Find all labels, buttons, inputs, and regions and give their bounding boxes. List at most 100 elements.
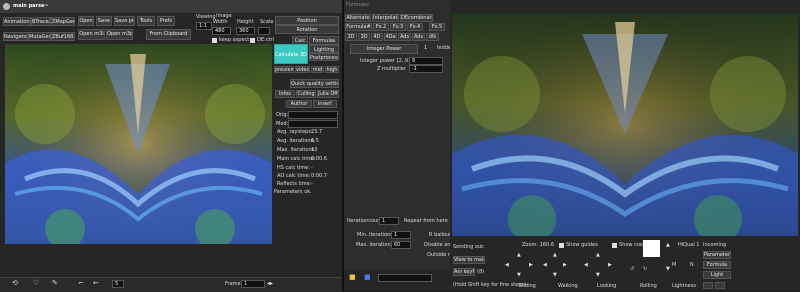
walk-down-icon[interactable]: ▼ [553, 272, 557, 279]
look-left-icon[interactable]: ◀ [584, 262, 588, 269]
formula-slot-2[interactable]: Fo.2 [373, 23, 389, 31]
height-field[interactable]: 360 [236, 27, 255, 35]
menu-save-pic[interactable]: Save pic [114, 16, 135, 26]
keep-aspect-checkbox[interactable] [212, 38, 217, 43]
formula-button[interactable]: Formula [703, 261, 731, 269]
iteration-count-field[interactable]: 1 [379, 217, 399, 225]
min-iterations-field[interactable]: 1 [391, 231, 411, 239]
walk-up-icon[interactable]: ▲ [553, 252, 557, 259]
formula-preset-select[interactable] [378, 274, 432, 282]
walk-left-icon[interactable]: ◀ [543, 262, 547, 269]
view-to-main-button[interactable]: View to main [453, 256, 485, 264]
nav-small-button-1[interactable] [703, 282, 713, 289]
menu-save[interactable]: Save [96, 16, 112, 26]
author-button[interactable]: Author [286, 100, 312, 108]
formula-name-button[interactable]: Integer Power [350, 44, 418, 54]
tab-alternate[interactable]: Alternate [345, 14, 371, 22]
formula-type-3d-b[interactable]: 3D [358, 33, 370, 41]
roll-left-icon[interactable]: ↺ [630, 266, 634, 273]
quality-preview[interactable]: preview [274, 66, 294, 73]
look-right-icon[interactable]: ▶ [608, 262, 612, 269]
quick-quality-settings-button[interactable]: Quick quality settings [290, 79, 339, 88]
crop-icon[interactable]: ⌐ [78, 280, 84, 287]
menu-animations[interactable]: Animations [3, 17, 31, 26]
show-guides-checkbox[interactable] [559, 243, 564, 248]
scale-field[interactable] [258, 27, 270, 35]
z-multiplier-field[interactable]: -1 [409, 65, 443, 73]
calculate-3d-button[interactable]: Calculate 3D [274, 44, 308, 64]
tab-position[interactable]: Position [275, 16, 339, 25]
de-checkbox[interactable] [250, 38, 255, 43]
hiqual-label: HiQual 1 [678, 242, 700, 248]
quality-video[interactable]: video [295, 66, 310, 73]
nav-small-button-2[interactable] [715, 282, 725, 289]
menu-mutagen[interactable]: MutaGen [28, 32, 51, 41]
heart-icon[interactable]: ♡ [33, 280, 39, 287]
tab-formulas[interactable]: Formulas [309, 36, 339, 45]
navigator-preview-image[interactable] [452, 14, 798, 236]
formula-type-4d[interactable]: 4D [371, 33, 383, 41]
formula-type-3d-a[interactable]: 3D [345, 33, 357, 41]
tab-lighting[interactable]: Lighting [309, 45, 339, 53]
folder-open-icon[interactable]: ■ [349, 274, 356, 281]
insert-button[interactable]: insert [313, 100, 337, 108]
menu-prefs[interactable]: Prefs [157, 16, 175, 26]
light-button[interactable]: Light [703, 271, 731, 279]
frame-stepper-icon[interactable]: ◂▸ [267, 280, 273, 287]
roll-right-icon[interactable]: ↻ [643, 266, 647, 273]
slide-up-icon[interactable]: ▲ [517, 252, 521, 259]
menu-tools[interactable]: Tools [137, 16, 155, 26]
tab-culling[interactable]: Culling [296, 90, 316, 98]
formula-type-4da[interactable]: 4Da [384, 33, 397, 41]
frame-field[interactable]: 1 [241, 280, 265, 288]
slide-left-icon[interactable]: ◀ [505, 262, 509, 269]
slide-down-icon[interactable]: ▼ [517, 272, 521, 279]
reset-icon[interactable]: ⟲ [12, 280, 18, 287]
render-preview-image[interactable] [5, 44, 272, 244]
formula-type-ads-b[interactable]: Ads [412, 33, 425, 41]
menu-navigator[interactable]: Navigator [3, 32, 28, 41]
lightness-down-icon[interactable]: ▼ [666, 266, 670, 273]
integer-power-field[interactable]: 8 [409, 57, 443, 65]
walk-right-icon[interactable]: ▶ [563, 262, 567, 269]
tab-decombinate[interactable]: DEcombinate [400, 14, 433, 22]
from-clipboard-button[interactable]: From Clipboard [146, 29, 191, 40]
menu-btrace2[interactable]: BTrace2 [31, 17, 51, 26]
quality-high[interactable]: high [325, 66, 339, 73]
menu-zbuf16bit[interactable]: ZBuf16Bit [51, 32, 75, 41]
parameter-button[interactable]: Parameter [703, 251, 731, 259]
mod-field[interactable] [288, 120, 338, 128]
menu-zmapgen[interactable]: ZMapGen [51, 17, 75, 26]
formula-type-dlk[interactable]: dlk [426, 33, 439, 41]
tab-infos[interactable]: Infos [275, 90, 295, 98]
zoom-select[interactable]: 1:1 [196, 22, 212, 30]
lightness-up-icon[interactable]: ▲ [666, 242, 670, 249]
incoming-label: Incoming [703, 242, 727, 248]
arrow-left-icon[interactable]: ← [93, 280, 99, 287]
look-up-icon[interactable]: ▲ [596, 252, 600, 259]
open-m3p-button[interactable]: Open m3p [106, 29, 133, 40]
tab-julia-off[interactable]: Julia Off [317, 90, 339, 98]
ani-keyframe-button[interactable]: Ani keyfr. [453, 268, 475, 276]
show-coords-checkbox[interactable] [612, 243, 617, 248]
tab-interpolate[interactable]: Interpolate [372, 14, 399, 22]
orig-field[interactable] [288, 111, 338, 119]
formula-slot-1[interactable]: Formula# [345, 23, 372, 31]
formula-slot-4[interactable]: Fo.4 [407, 23, 423, 31]
quality-mid[interactable]: mid [311, 66, 324, 73]
max-iterations-field[interactable]: 60 [391, 241, 411, 249]
pen-icon[interactable]: ✎ [52, 280, 58, 287]
formula-slot-3[interactable]: Fo.3 [390, 23, 406, 31]
slide-right-icon[interactable]: ▶ [529, 262, 533, 269]
tab-postprocess[interactable]: Postprocess [309, 53, 339, 61]
formula-type-ads-a[interactable]: Ads [398, 33, 411, 41]
width-field[interactable]: 480 [212, 27, 231, 35]
toolbar-value-field[interactable]: 5 [112, 280, 124, 288]
formula-slot-5[interactable]: Fo.5 [429, 23, 445, 31]
save-icon[interactable]: ■ [364, 274, 371, 281]
menu-open[interactable]: Open [78, 16, 94, 26]
navigator-center-box[interactable] [643, 240, 660, 257]
look-down-icon[interactable]: ▼ [596, 272, 600, 279]
tab-rotation[interactable]: Rotation [275, 25, 339, 34]
open-m3i-button[interactable]: Open m3i [78, 29, 105, 40]
